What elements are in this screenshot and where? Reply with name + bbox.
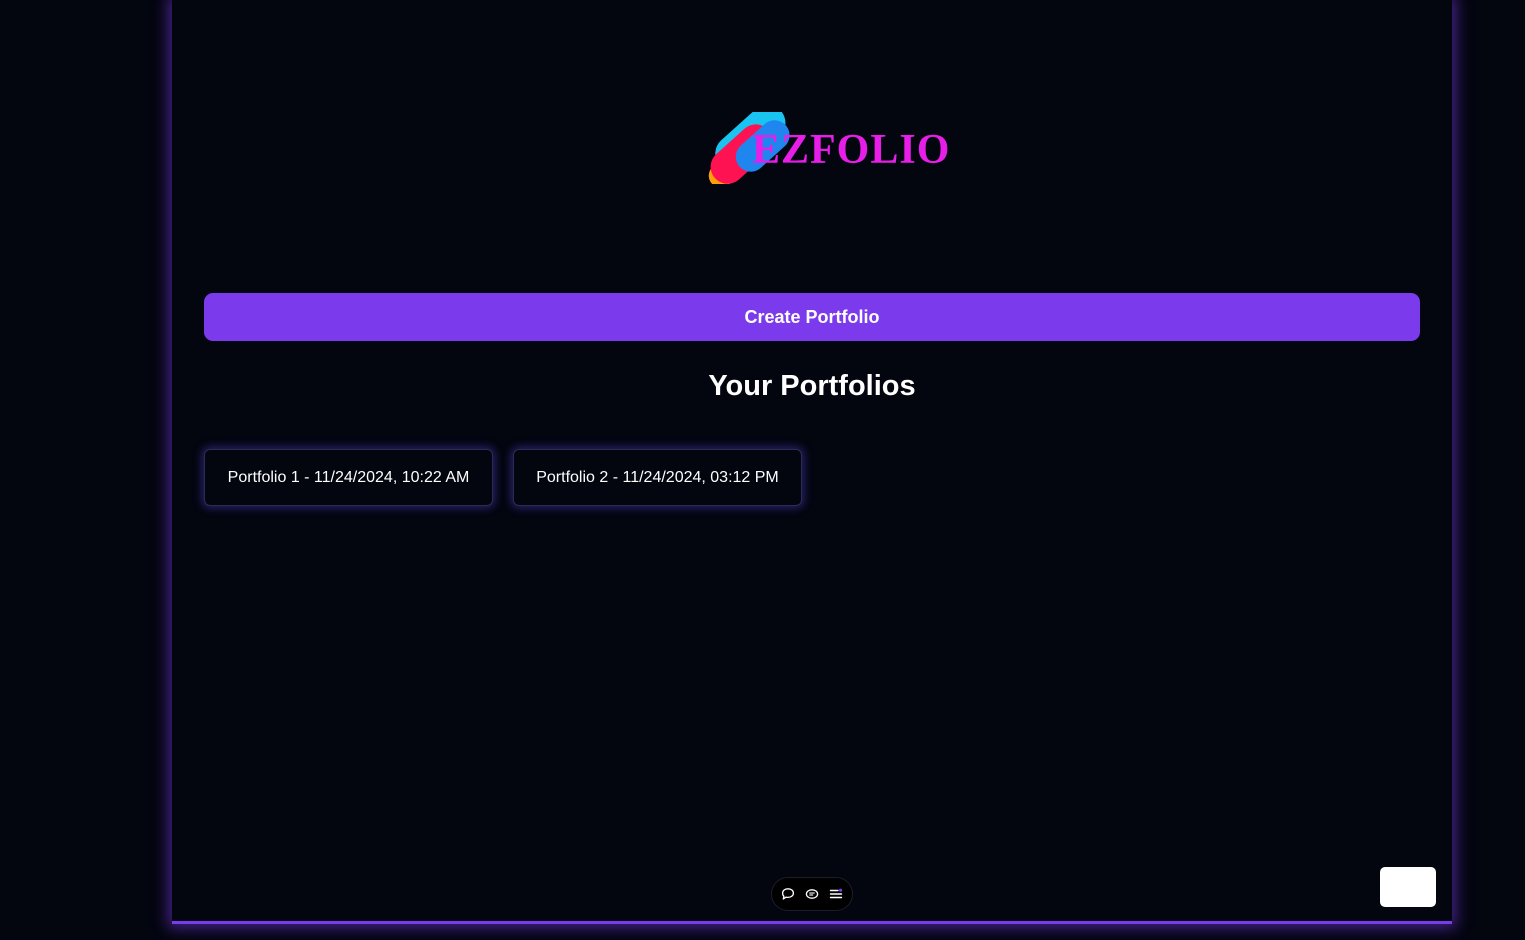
brand-logo[interactable]: EZFOLIO xyxy=(695,112,955,188)
floating-widget-button[interactable] xyxy=(1380,867,1436,907)
portfolio-card[interactable]: Portfolio 1 - 11/24/2024, 10:22 AM xyxy=(204,449,493,506)
comment-icon[interactable] xyxy=(780,886,796,902)
create-portfolio-button[interactable]: Create Portfolio xyxy=(204,293,1420,341)
portfolio-card-label: Portfolio 2 - 11/24/2024, 03:12 PM xyxy=(536,468,779,486)
portfolio-list: Portfolio 1 - 11/24/2024, 10:22 AM Portf… xyxy=(204,449,802,506)
view-icon[interactable] xyxy=(804,886,820,902)
app-frame: EZFOLIO Create Portfolio Your Portfolios… xyxy=(172,0,1452,924)
menu-list-icon[interactable] xyxy=(828,886,844,902)
portfolio-card-label: Portfolio 1 - 11/24/2024, 10:22 AM xyxy=(227,468,470,486)
floating-toolbar xyxy=(771,877,853,911)
portfolio-card[interactable]: Portfolio 2 - 11/24/2024, 03:12 PM xyxy=(513,449,802,506)
portfolios-heading: Your Portfolios xyxy=(708,370,916,402)
brand-name: EZFOLIO xyxy=(752,127,951,173)
